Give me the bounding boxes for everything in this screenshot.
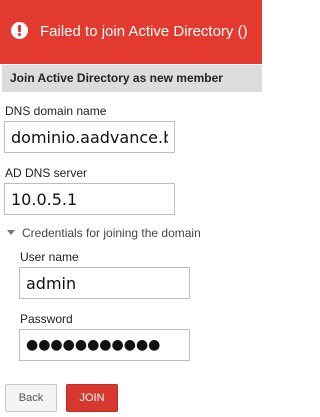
ad-dns-server-input[interactable] bbox=[4, 183, 175, 215]
username-label: User name bbox=[20, 250, 79, 264]
error-banner: Failed to join Active Directory () bbox=[0, 0, 262, 64]
chevron-down-icon bbox=[7, 230, 15, 235]
join-button[interactable]: JOIN bbox=[66, 384, 118, 412]
error-message: Failed to join Active Directory () bbox=[40, 23, 248, 40]
username-input[interactable] bbox=[19, 267, 190, 299]
dns-domain-label: DNS domain name bbox=[5, 104, 107, 118]
error-icon bbox=[11, 22, 28, 39]
password-input[interactable] bbox=[19, 329, 190, 361]
credentials-toggle[interactable]: Credentials for joining the domain bbox=[7, 226, 201, 240]
credentials-toggle-label: Credentials for joining the domain bbox=[22, 226, 201, 240]
back-button[interactable]: Back bbox=[5, 384, 57, 412]
password-label: Password bbox=[20, 312, 73, 326]
ad-dns-server-label: AD DNS server bbox=[5, 166, 88, 180]
dns-domain-input[interactable] bbox=[4, 121, 175, 153]
section-title: Join Active Directory as new member bbox=[2, 65, 262, 92]
